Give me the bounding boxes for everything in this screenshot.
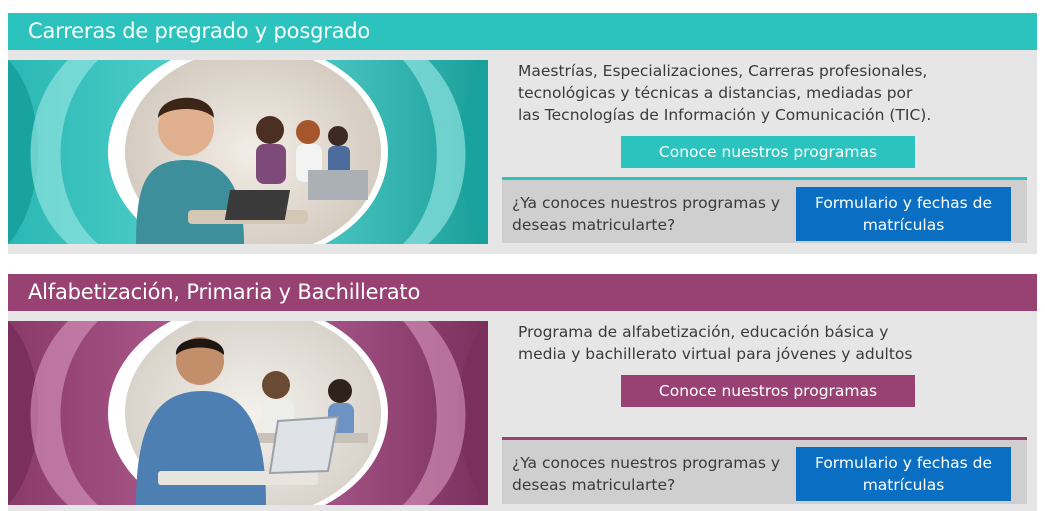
section-title: Carreras de pregrado y posgrado (28, 19, 371, 43)
section-description: Maestrías, Especializaciones, Carreras p… (518, 62, 932, 124)
section-alfabetizacion: Alfabetización, Primaria y Bachillerato (8, 274, 1037, 511)
enrollment-box: ¿Ya conoces nuestros programas y deseas … (502, 437, 1027, 504)
section-pregrado-posgrado: Carreras de pregrado y posgrado Maestría… (8, 13, 1037, 254)
enrollment-question: ¿Ya conoces nuestros programas y deseas … (512, 194, 781, 234)
section-title: Alfabetización, Primaria y Bachillerato (28, 280, 421, 304)
enrollment-form-button-label: Formulario y fechas de matrículas (814, 454, 993, 494)
programs-button[interactable]: Conoce nuestros programas (621, 375, 915, 407)
programs-button[interactable]: Conoce nuestros programas (621, 136, 915, 168)
students-in-classroom-photo (8, 60, 488, 244)
enrollment-box: ¿Ya conoces nuestros programas y deseas … (502, 177, 1027, 243)
section-description: Programa de alfabetización, educación bá… (518, 323, 913, 363)
enrollment-question: ¿Ya conoces nuestros programas y deseas … (512, 454, 781, 494)
section-header: Alfabetización, Primaria y Bachillerato (8, 274, 1037, 311)
enrollment-form-button[interactable]: Formulario y fechas de matrículas (796, 447, 1011, 501)
enrollment-form-button[interactable]: Formulario y fechas de matrículas (796, 187, 1011, 241)
enrollment-form-button-label: Formulario y fechas de matrículas (814, 194, 993, 234)
section-header: Carreras de pregrado y posgrado (8, 13, 1037, 50)
student-with-laptop-photo (8, 321, 488, 505)
